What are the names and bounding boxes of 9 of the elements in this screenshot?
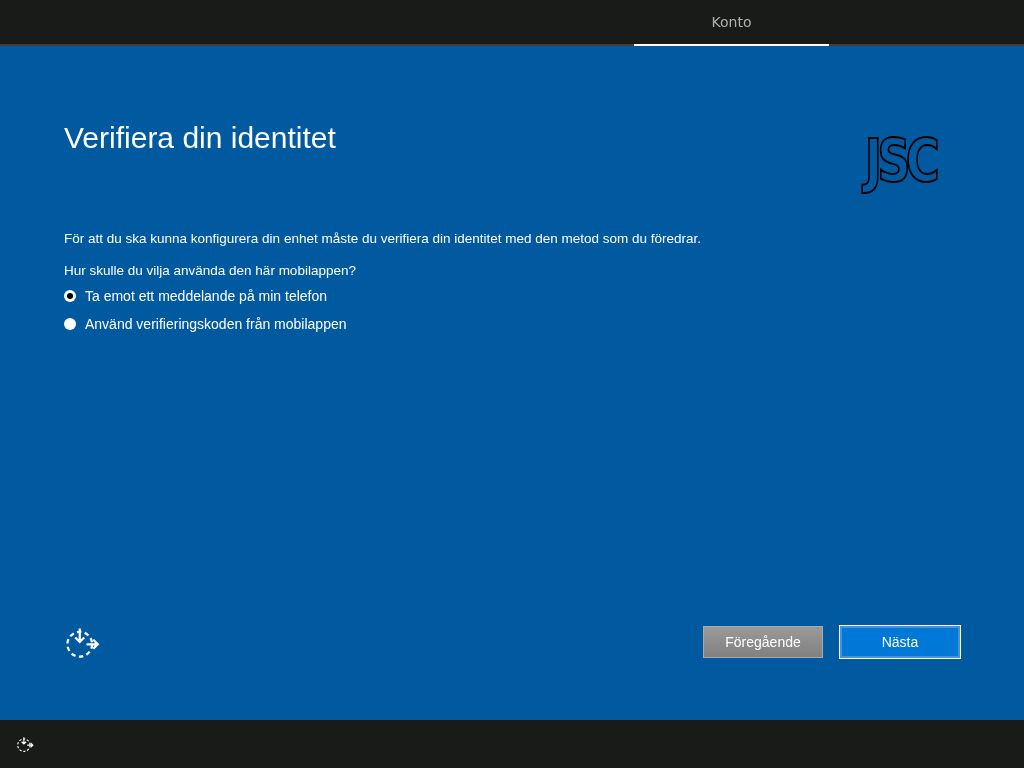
option-label[interactable]: Använd verifieringskoden från mobilappen xyxy=(85,316,347,332)
next-button[interactable]: Nästa xyxy=(840,626,960,658)
question: Hur skulle du vilja använda den här mobilappen? xyxy=(64,263,357,278)
accessibility-icon[interactable] xyxy=(16,735,34,753)
radio-button[interactable] xyxy=(64,290,76,302)
option-label[interactable]: Ta emot ett meddelande på min telefon xyxy=(85,288,328,304)
description: För att du ska kunna konfigurera din enhet måste du verifiera din identitet med den metod som du föredrar. xyxy=(64,231,703,246)
page-title: Verifiera din identitet xyxy=(64,121,336,156)
radio-button[interactable] xyxy=(64,318,76,330)
